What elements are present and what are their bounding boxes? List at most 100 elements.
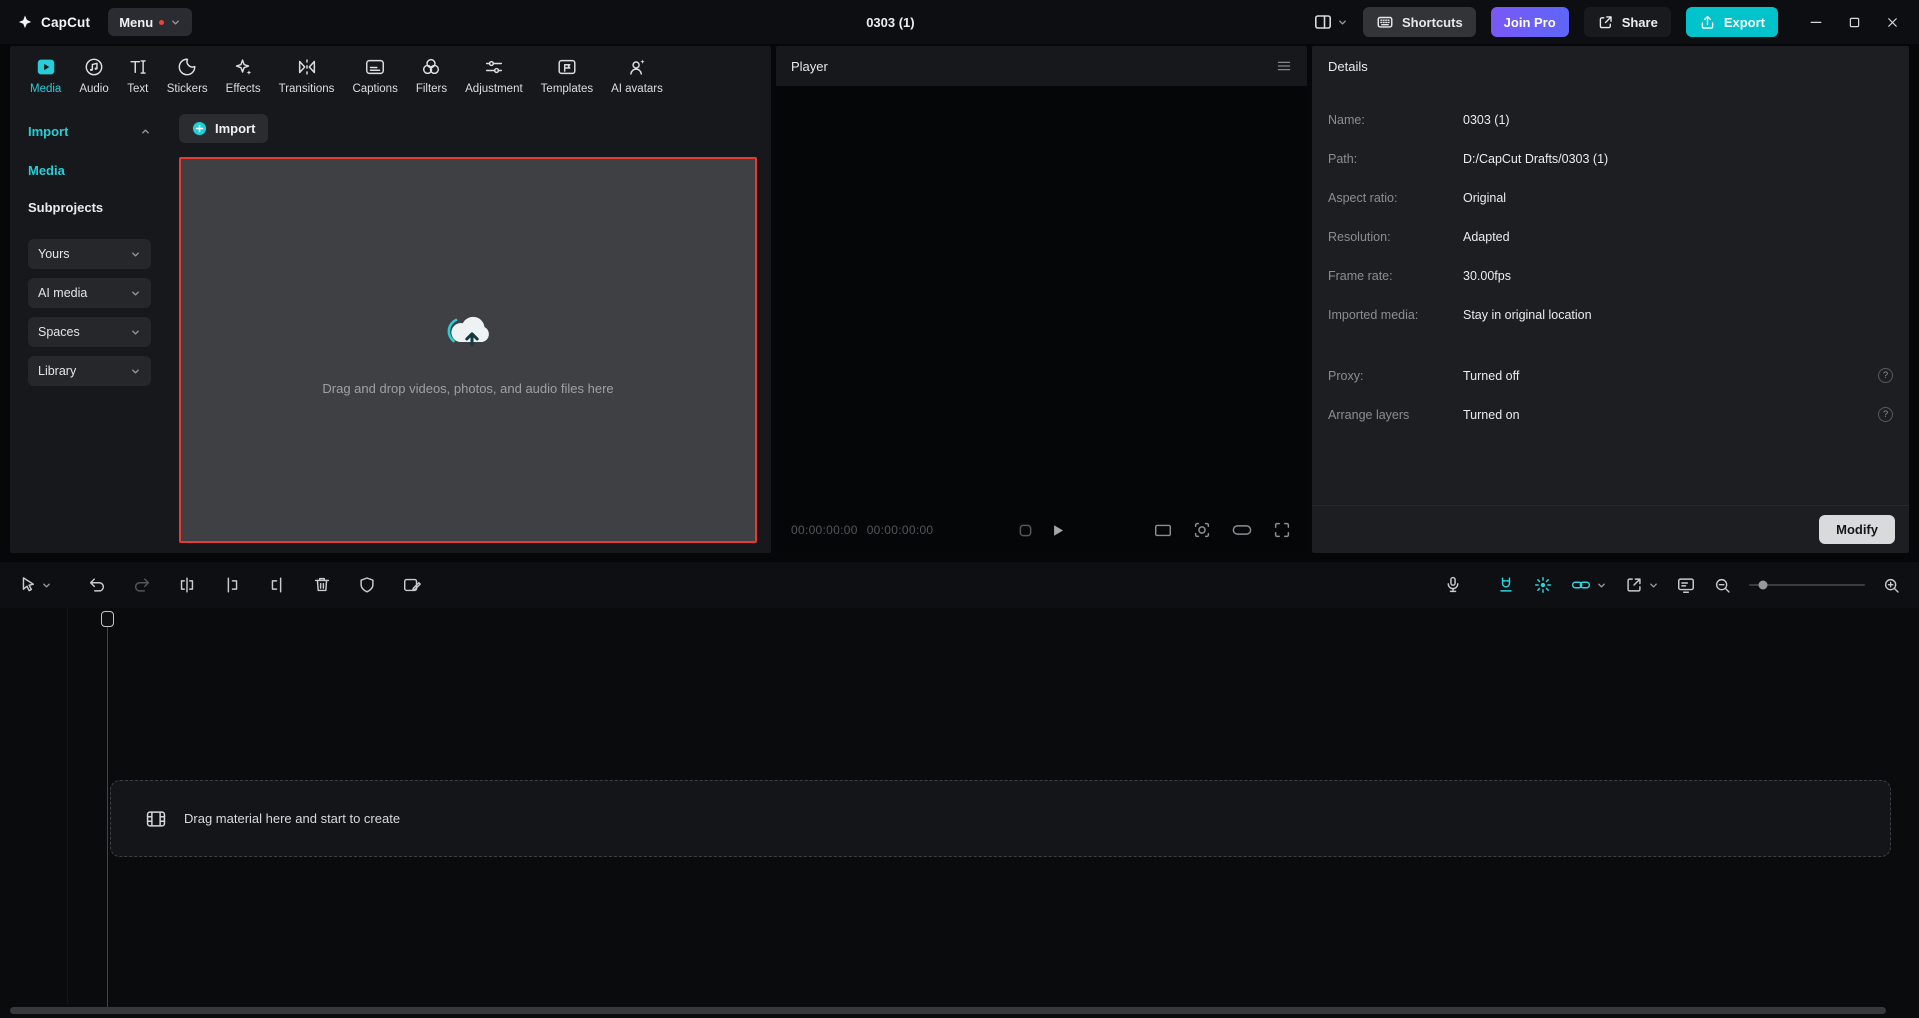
detail-label: Arrange layers bbox=[1328, 407, 1463, 423]
titlebar-actions: Shortcuts Join Pro Share Export bbox=[1313, 0, 1911, 44]
tab-text[interactable]: Text bbox=[119, 56, 157, 95]
notification-dot bbox=[159, 20, 164, 25]
microphone-icon bbox=[1443, 575, 1463, 595]
timeline-zoom-slider[interactable] bbox=[1749, 584, 1865, 586]
text-icon bbox=[127, 56, 149, 78]
sidebar-item-spaces[interactable]: Spaces bbox=[28, 317, 151, 347]
detail-label: Name: bbox=[1328, 112, 1463, 128]
detail-value: Stay in original location bbox=[1463, 307, 1592, 323]
minimize-button[interactable] bbox=[1797, 0, 1835, 44]
sidebar-label: Media bbox=[28, 163, 65, 178]
help-icon[interactable]: ? bbox=[1878, 368, 1893, 383]
chevron-down-icon bbox=[170, 17, 181, 28]
detail-value: Adapted bbox=[1463, 229, 1510, 245]
layout-switch-button[interactable] bbox=[1313, 12, 1348, 32]
track-resize-button[interactable] bbox=[1624, 575, 1659, 595]
sidebar-label: Subprojects bbox=[28, 200, 103, 215]
sidebar-item-subprojects[interactable]: Subprojects bbox=[28, 200, 151, 215]
link-icon bbox=[1570, 575, 1592, 595]
playhead[interactable] bbox=[101, 611, 114, 627]
player-menu-icon[interactable] bbox=[1276, 58, 1292, 74]
redo-button[interactable] bbox=[132, 575, 152, 595]
project-title: 0303 (1) bbox=[866, 15, 914, 30]
mask-button[interactable] bbox=[357, 575, 377, 595]
zoom-out-button[interactable] bbox=[1713, 576, 1732, 595]
sidebar-label: Spaces bbox=[38, 325, 80, 339]
import-button-label: Import bbox=[215, 121, 255, 136]
shortcuts-label: Shortcuts bbox=[1402, 15, 1463, 30]
detail-row-resolution: Resolution: Adapted bbox=[1328, 229, 1893, 245]
join-pro-button[interactable]: Join Pro bbox=[1491, 7, 1569, 37]
close-button[interactable] bbox=[1873, 0, 1911, 44]
sidebar-label: AI media bbox=[38, 286, 87, 300]
detail-row-imported-media: Imported media: Stay in original locatio… bbox=[1328, 307, 1893, 323]
media-import-dropzone[interactable]: Drag and drop videos, photos, and audio … bbox=[179, 157, 757, 543]
modify-button[interactable]: Modify bbox=[1819, 515, 1895, 544]
cloud-upload-icon bbox=[439, 305, 497, 353]
tab-adjustment[interactable]: Adjustment bbox=[457, 56, 531, 95]
chevron-down-icon bbox=[130, 288, 141, 299]
sidebar-item-media[interactable]: Media bbox=[28, 163, 151, 178]
main-track-magnet-toggle[interactable] bbox=[1496, 575, 1516, 595]
ai-avatars-icon bbox=[626, 56, 648, 78]
tab-captions[interactable]: Captions bbox=[344, 56, 405, 95]
tab-templates[interactable]: Templates bbox=[533, 56, 601, 95]
undo-button[interactable] bbox=[87, 575, 107, 595]
link-toggle[interactable] bbox=[1570, 575, 1607, 595]
tab-filters[interactable]: Filters bbox=[408, 56, 455, 95]
preview-monitor-icon bbox=[1676, 575, 1696, 595]
select-tool-button[interactable] bbox=[18, 575, 52, 595]
sidebar-label: Import bbox=[28, 124, 68, 139]
zoom-in-icon bbox=[1882, 576, 1901, 595]
import-button[interactable]: Import bbox=[179, 114, 268, 143]
delete-right-button[interactable] bbox=[267, 575, 287, 595]
detail-row-frame-rate: Frame rate: 30.00fps bbox=[1328, 268, 1893, 284]
delete-left-button[interactable] bbox=[222, 575, 242, 595]
tab-audio[interactable]: Audio bbox=[71, 56, 116, 95]
shortcuts-button[interactable]: Shortcuts bbox=[1363, 7, 1476, 37]
sidebar-item-yours[interactable]: Yours bbox=[28, 239, 151, 269]
sidebar-label: Yours bbox=[38, 247, 70, 261]
starburst-icon bbox=[1533, 575, 1553, 595]
details-panel: Details Name: 0303 (1) Path: D:/CapCut D… bbox=[1312, 46, 1909, 553]
render-quality-button[interactable] bbox=[1676, 575, 1696, 595]
zoom-slider-handle[interactable] bbox=[1759, 581, 1768, 590]
split-button[interactable] bbox=[177, 575, 197, 595]
auto-snap-toggle[interactable] bbox=[1533, 575, 1553, 595]
split-icon bbox=[177, 575, 197, 595]
sidebar-item-library[interactable]: Library bbox=[28, 356, 151, 386]
maximize-button[interactable] bbox=[1835, 0, 1873, 44]
loop-icon[interactable] bbox=[1018, 523, 1033, 538]
export-button[interactable]: Export bbox=[1686, 7, 1778, 37]
wide-ratio-icon[interactable] bbox=[1231, 520, 1253, 540]
chevron-down-icon bbox=[1337, 17, 1348, 28]
detail-label: Proxy: bbox=[1328, 368, 1463, 384]
sidebar-item-ai-media[interactable]: AI media bbox=[28, 278, 151, 308]
zoom-in-button[interactable] bbox=[1882, 576, 1901, 595]
tab-effects[interactable]: Effects bbox=[218, 56, 269, 95]
share-button[interactable]: Share bbox=[1584, 7, 1671, 37]
ratio-icon[interactable] bbox=[1153, 520, 1173, 540]
help-icon[interactable]: ? bbox=[1878, 407, 1893, 422]
tab-stickers[interactable]: Stickers bbox=[159, 56, 216, 95]
detail-label: Imported media: bbox=[1328, 307, 1463, 323]
play-icon[interactable] bbox=[1049, 522, 1066, 539]
redo-icon bbox=[132, 575, 152, 595]
edit-button[interactable] bbox=[402, 575, 422, 595]
detail-value: 0303 (1) bbox=[1463, 112, 1510, 128]
fullscreen-icon[interactable] bbox=[1272, 520, 1292, 540]
playhead-handle[interactable] bbox=[101, 611, 114, 627]
voiceover-button[interactable] bbox=[1443, 575, 1463, 595]
tab-ai-avatars[interactable]: AI avatars bbox=[603, 56, 671, 95]
timeline[interactable]: Drag material here and start to create bbox=[0, 608, 1919, 1018]
timeline-dropzone[interactable]: Drag material here and start to create bbox=[110, 780, 1891, 857]
horizontal-scrollbar[interactable] bbox=[10, 1007, 1886, 1014]
tab-transitions[interactable]: Transitions bbox=[271, 56, 343, 95]
menu-button[interactable]: Menu bbox=[108, 8, 192, 36]
delete-button[interactable] bbox=[312, 575, 332, 595]
chevron-down-icon bbox=[130, 366, 141, 377]
trash-icon bbox=[312, 575, 332, 595]
sidebar-item-import[interactable]: Import bbox=[28, 124, 151, 139]
fit-view-icon[interactable] bbox=[1192, 520, 1212, 540]
tab-media[interactable]: Media bbox=[22, 56, 69, 95]
